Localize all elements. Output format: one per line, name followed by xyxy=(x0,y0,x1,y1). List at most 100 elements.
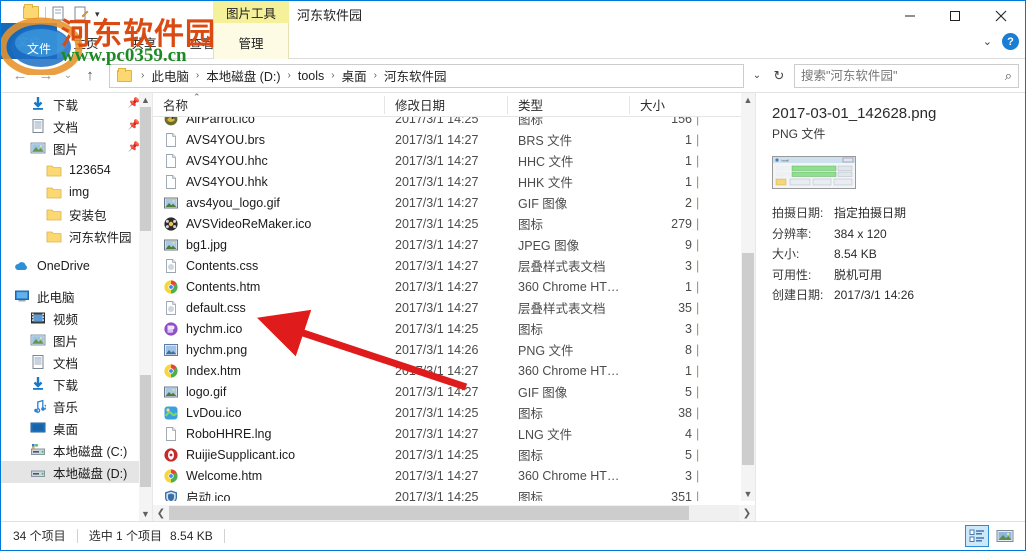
file-name-cell[interactable]: Contents.css xyxy=(153,258,385,274)
details-view-button[interactable] xyxy=(965,525,989,547)
sidebar-item-本地磁盘 (D:)[interactable]: 本地磁盘 (D:) xyxy=(1,461,152,483)
column-header-name[interactable]: 名称 xyxy=(153,95,385,114)
breadcrumb-item-4[interactable]: 河东软件园 xyxy=(382,66,449,85)
sidebar-item-视频[interactable]: 视频 xyxy=(1,307,152,329)
refresh-icon[interactable]: ↻ xyxy=(768,68,790,84)
file-name-cell[interactable]: hychm.png xyxy=(153,342,385,358)
sidebar-scroll-thumb[interactable] xyxy=(140,107,151,231)
file-name-cell[interactable]: RoboHHRE.lng xyxy=(153,426,385,442)
scroll-right-icon[interactable]: ❯ xyxy=(739,508,755,519)
help-icon[interactable]: ? xyxy=(1002,33,1019,50)
minimize-button[interactable] xyxy=(887,1,932,31)
search-input[interactable] xyxy=(801,68,1005,83)
scroll-left-icon[interactable]: ❮ xyxy=(153,508,169,519)
rename-icon[interactable] xyxy=(73,6,90,23)
table-row[interactable]: Welcome.htm 2017/3/1 14:27 360 Chrome HT… 3… xyxy=(153,465,755,486)
breadcrumb-item-1[interactable]: 本地磁盘 (D:) xyxy=(204,66,282,85)
table-row[interactable]: default.css 2017/3/1 14:27 层叠样式表文档 35 | xyxy=(153,297,755,318)
file-name-cell[interactable]: hychm.ico xyxy=(153,321,385,337)
new-folder-icon[interactable] xyxy=(23,3,40,23)
file-name-cell[interactable]: bg1.jpg xyxy=(153,237,385,253)
table-row[interactable]: AVS4YOU.hhc 2017/3/1 14:27 HHC 文件 1 | xyxy=(153,150,755,171)
sidebar-item-文档[interactable]: 文档 📌 xyxy=(1,115,152,137)
tab-share[interactable]: 共享 xyxy=(115,23,173,59)
file-name-cell[interactable]: Index.htm xyxy=(153,363,385,379)
file-name-cell[interactable]: 启动.ico xyxy=(153,487,385,501)
sidebar-item-下载[interactable]: 下载 xyxy=(1,373,152,395)
filelist-horizontal-scrollbar[interactable]: ❮ ❯ xyxy=(153,505,755,521)
maximize-button[interactable] xyxy=(932,1,977,31)
file-name-cell[interactable]: Contents.htm xyxy=(153,279,385,295)
table-row[interactable]: AVSVideoReMaker.ico 2017/3/1 14:25 图标 279 | xyxy=(153,213,755,234)
file-name-cell[interactable]: AVSVideoReMaker.ico xyxy=(153,216,385,232)
file-name-cell[interactable]: logo.gif xyxy=(153,384,385,400)
sidebar-item-桌面[interactable]: 桌面 xyxy=(1,417,152,439)
file-name-cell[interactable]: AVS4YOU.brs xyxy=(153,132,385,148)
file-name-cell[interactable]: default.css xyxy=(153,300,385,316)
table-row[interactable]: AirParrot.ico 2017/3/1 14:25 图标 156 | xyxy=(153,117,755,129)
tab-manage[interactable]: 管理 xyxy=(213,23,289,59)
sidebar-scroll-thumb-2[interactable] xyxy=(140,375,151,487)
file-name-cell[interactable]: AVS4YOU.hhc xyxy=(153,153,385,169)
table-row[interactable]: RoboHHRE.lng 2017/3/1 14:27 LNG 文件 4 | xyxy=(153,423,755,444)
sidebar-item-图片[interactable]: 图片 xyxy=(1,329,152,351)
path-dropdown-icon[interactable]: ⌄ xyxy=(746,70,768,81)
sidebar-item-文档[interactable]: 文档 xyxy=(1,351,152,373)
file-name-cell[interactable]: RuijieSupplicant.ico xyxy=(153,447,385,463)
breadcrumb[interactable]: › 此电脑 › 本地磁盘 (D:) › tools › 桌面 › 河东软件园 xyxy=(109,63,744,88)
search-box[interactable]: ⌕ xyxy=(794,63,1019,88)
file-name-cell[interactable]: LvDou.ico xyxy=(153,405,385,421)
column-header-date[interactable]: 修改日期 xyxy=(385,95,508,114)
table-row[interactable]: AVS4YOU.brs 2017/3/1 14:27 BRS 文件 1 | xyxy=(153,129,755,150)
up-button[interactable]: ↑ xyxy=(77,63,103,89)
breadcrumb-item-2[interactable]: tools xyxy=(296,69,326,83)
properties-icon[interactable] xyxy=(51,6,68,23)
sidebar-item-河东软件园[interactable]: 河东软件园 xyxy=(1,225,152,247)
table-row[interactable]: LvDou.ico 2017/3/1 14:25 图标 38 | xyxy=(153,402,755,423)
table-row[interactable]: bg1.jpg 2017/3/1 14:27 JPEG 图像 9 | xyxy=(153,234,755,255)
file-name-cell[interactable]: Welcome.htm xyxy=(153,468,385,484)
scroll-down-icon[interactable]: ▼ xyxy=(139,507,152,521)
file-name-cell[interactable]: AVS4YOU.hhk xyxy=(153,174,385,190)
sidebar-item-123654[interactable]: 123654 xyxy=(1,159,152,181)
table-row[interactable]: hychm.png 2017/3/1 14:26 PNG 文件 8 | xyxy=(153,339,755,360)
search-icon[interactable]: ⌕ xyxy=(1005,68,1012,84)
qat-dropdown-icon[interactable]: ▾ xyxy=(95,9,100,19)
filelist-vertical-scrollbar[interactable]: ▲ ▼ xyxy=(741,93,755,501)
tab-file[interactable]: 文件 xyxy=(1,23,57,59)
table-row[interactable]: logo.gif 2017/3/1 14:27 GIF 图像 5 | xyxy=(153,381,755,402)
sidebar-item-img[interactable]: img xyxy=(1,181,152,203)
sidebar-item-thispc[interactable]: 此电脑 xyxy=(1,285,152,307)
file-name-cell[interactable]: AirParrot.ico xyxy=(153,117,385,127)
column-header-size[interactable]: 大小 xyxy=(630,96,700,114)
close-button[interactable] xyxy=(977,1,1025,31)
tab-home[interactable]: 主页 xyxy=(57,23,115,59)
sidebar-item-onedrive[interactable]: OneDrive xyxy=(1,255,152,277)
table-row[interactable]: Contents.css 2017/3/1 14:27 层叠样式表文档 3 | xyxy=(153,255,755,276)
sidebar-scrollbar[interactable]: ▲ ▼ xyxy=(139,93,152,521)
table-row[interactable]: Index.htm 2017/3/1 14:27 360 Chrome HT… 1 | xyxy=(153,360,755,381)
table-row[interactable]: hychm.ico 2017/3/1 14:25 图标 3 | xyxy=(153,318,755,339)
breadcrumb-item-3[interactable]: 桌面 xyxy=(340,66,369,85)
sidebar-item-本地磁盘 (C:)[interactable]: 本地磁盘 (C:) xyxy=(1,439,152,461)
scroll-down-icon[interactable]: ▼ xyxy=(741,487,755,501)
back-button[interactable]: ← xyxy=(7,63,33,89)
table-row[interactable]: Contents.htm 2017/3/1 14:27 360 Chrome HT…… xyxy=(153,276,755,297)
table-row[interactable]: AVS4YOU.hhk 2017/3/1 14:27 HHK 文件 1 | xyxy=(153,171,755,192)
sidebar-item-音乐[interactable]: 音乐 xyxy=(1,395,152,417)
forward-button[interactable]: → xyxy=(33,63,59,89)
column-header-type[interactable]: 类型 xyxy=(508,95,630,114)
sidebar-item-安装包[interactable]: 安装包 xyxy=(1,203,152,225)
table-row[interactable]: RuijieSupplicant.ico 2017/3/1 14:25 图标 5 | xyxy=(153,444,755,465)
sidebar-item-图片[interactable]: 图片 📌 xyxy=(1,137,152,159)
chevron-down-icon[interactable]: ⌄ xyxy=(983,35,992,48)
recent-locations-icon[interactable]: ⌄ xyxy=(59,63,77,89)
scroll-up-icon[interactable]: ▲ xyxy=(741,93,755,107)
breadcrumb-item-0[interactable]: 此电脑 xyxy=(149,66,191,85)
hscroll-track[interactable] xyxy=(169,505,739,521)
scroll-up-icon[interactable]: ▲ xyxy=(139,93,152,107)
table-row[interactable]: avs4you_logo.gif 2017/3/1 14:27 GIF 图像 2 | xyxy=(153,192,755,213)
hscroll-thumb[interactable] xyxy=(169,506,689,520)
large-icons-view-button[interactable] xyxy=(993,525,1017,547)
table-row[interactable]: 启动.ico 2017/3/1 14:25 图标 351 | xyxy=(153,486,755,501)
